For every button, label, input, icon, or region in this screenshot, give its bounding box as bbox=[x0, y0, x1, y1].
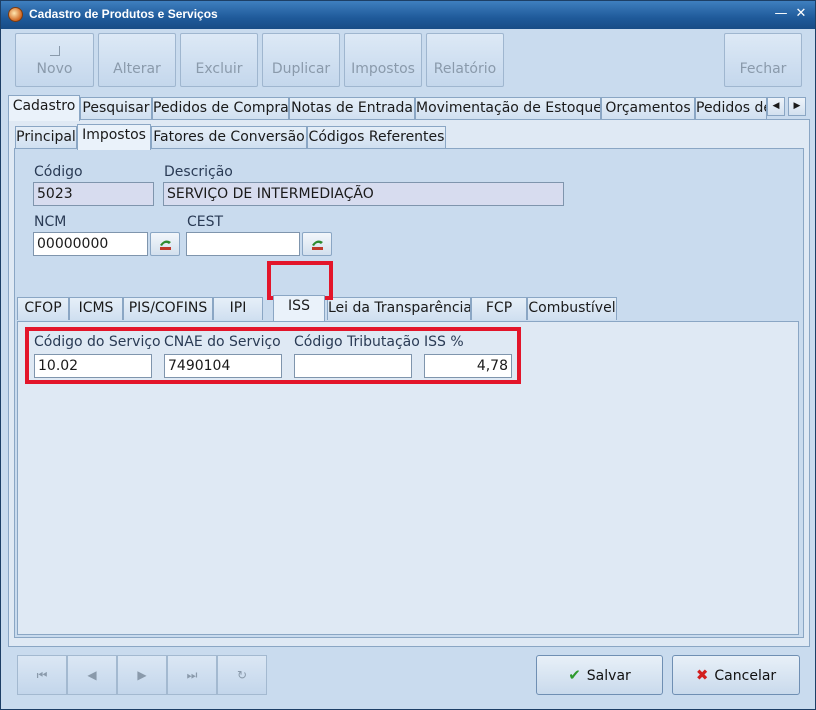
impostos-panel: Código 5023 Descrição SERVIÇO DE INTERME… bbox=[14, 148, 804, 638]
tab-ipi[interactable]: IPI bbox=[213, 297, 263, 320]
novo-button[interactable]: Novo bbox=[15, 33, 94, 87]
salvar-button[interactable]: ✔ Salvar bbox=[536, 655, 663, 695]
iss-panel: Código do Serviço 10.02 CNAE do Serviço … bbox=[17, 321, 799, 635]
cest-label: CEST bbox=[187, 214, 224, 230]
tab-iss[interactable]: ISS bbox=[273, 295, 325, 321]
close-window-button[interactable]: ✕ bbox=[793, 6, 809, 22]
cest-field[interactable] bbox=[186, 232, 300, 256]
cest-search-button[interactable] bbox=[302, 232, 332, 256]
fechar-button[interactable]: Fechar bbox=[724, 33, 802, 87]
tab-notas-entrada[interactable]: Notas de Entrada bbox=[289, 97, 415, 120]
tab-codigos-referentes[interactable]: Códigos Referentes bbox=[307, 126, 446, 149]
relatorio-button[interactable]: Relatório bbox=[426, 33, 504, 87]
tab-icms[interactable]: ICMS bbox=[69, 297, 123, 320]
minimize-button[interactable]: — bbox=[773, 6, 789, 22]
tab-pedidos-de[interactable]: Pedidos de bbox=[695, 97, 767, 120]
window-title: Cadastro de Produtos e Serviços bbox=[29, 7, 218, 21]
tab-principal[interactable]: Principal bbox=[15, 126, 77, 149]
product-service-window: Cadastro de Produtos e Serviços — ✕ Novo… bbox=[0, 0, 816, 710]
tab-fcp[interactable]: FCP bbox=[471, 297, 527, 320]
title-bar[interactable]: Cadastro de Produtos e Serviços — ✕ bbox=[1, 1, 815, 29]
last-record-icon[interactable]: ⏭ bbox=[167, 655, 217, 695]
tab-movimentacao-estoque[interactable]: Movimentação de Estoque bbox=[415, 97, 601, 120]
refresh-icon[interactable]: ↻ bbox=[217, 655, 267, 695]
cadastro-page: Principal Impostos Fatores de Conversão … bbox=[8, 119, 810, 647]
ncm-search-icon bbox=[160, 240, 171, 250]
codigo-field[interactable]: 5023 bbox=[33, 182, 154, 206]
next-record-icon[interactable]: ▶ bbox=[117, 655, 167, 695]
iss-fields-highlight bbox=[25, 327, 521, 384]
tab-impostos[interactable]: Impostos bbox=[77, 124, 151, 150]
cancelar-button[interactable]: ✖ Cancelar bbox=[672, 655, 800, 695]
main-tabs: Cadastro Pesquisar Pedidos de Compra Not… bbox=[8, 95, 810, 121]
tax-tabs: CFOP ICMS PIS/COFINS IPI ISS Lei da Tran… bbox=[15, 295, 805, 321]
tab-orcamentos[interactable]: Orçamentos bbox=[601, 97, 695, 120]
tab-pesquisar[interactable]: Pesquisar bbox=[80, 97, 152, 120]
tabs-scroll-left-icon[interactable]: ◀ bbox=[767, 97, 785, 116]
sub-tabs: Principal Impostos Fatores de Conversão … bbox=[15, 124, 805, 150]
ncm-search-button[interactable] bbox=[150, 232, 180, 256]
impostos-button[interactable]: Impostos bbox=[344, 33, 422, 87]
duplicar-button[interactable]: Duplicar bbox=[262, 33, 340, 87]
tab-lei-transparencia[interactable]: Lei da Transparência bbox=[327, 297, 471, 320]
tabs-scroll-right-icon[interactable]: ▶ bbox=[788, 97, 806, 116]
tab-pis-cofins[interactable]: PIS/COFINS bbox=[123, 297, 213, 320]
record-navigation: ⏮ ◀ ▶ ⏭ ↻ ✔ Salvar ✖ Cancelar bbox=[13, 651, 805, 701]
tab-cfop[interactable]: CFOP bbox=[17, 297, 69, 320]
check-icon: ✔ bbox=[568, 666, 581, 684]
novo-icon bbox=[49, 46, 60, 56]
first-record-icon[interactable]: ⏮ bbox=[17, 655, 67, 695]
tab-fatores-conversao[interactable]: Fatores de Conversão bbox=[151, 126, 307, 149]
tab-cadastro[interactable]: Cadastro bbox=[8, 95, 80, 121]
tab-pedidos-compra[interactable]: Pedidos de Compra bbox=[152, 97, 289, 120]
app-icon bbox=[8, 7, 23, 22]
x-icon: ✖ bbox=[695, 666, 709, 684]
descricao-label: Descrição bbox=[164, 164, 233, 180]
alterar-button[interactable]: Alterar bbox=[98, 33, 176, 87]
codigo-label: Código bbox=[34, 164, 83, 180]
toolbar: Novo Alterar Excluir Duplicar Impostos R… bbox=[13, 33, 805, 89]
descricao-field[interactable]: SERVIÇO DE INTERMEDIAÇÃO bbox=[163, 182, 564, 206]
previous-record-icon[interactable]: ◀ bbox=[67, 655, 117, 695]
cest-search-icon bbox=[312, 240, 323, 250]
ncm-field[interactable]: 00000000 bbox=[33, 232, 148, 256]
ncm-label: NCM bbox=[34, 214, 67, 230]
tab-combustivel[interactable]: Combustível bbox=[527, 297, 617, 320]
excluir-button[interactable]: Excluir bbox=[180, 33, 258, 87]
